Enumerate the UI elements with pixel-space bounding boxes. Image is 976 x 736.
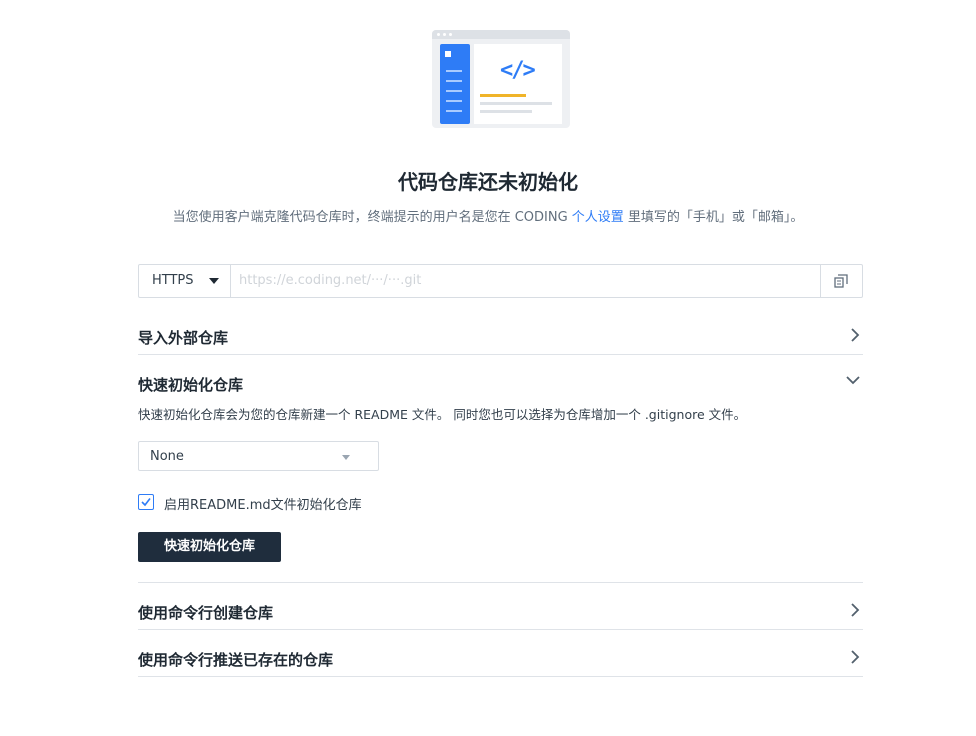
copy-button[interactable] [820, 265, 862, 297]
chevron-right-icon [851, 328, 860, 342]
section-create-cli[interactable]: 使用命令行创建仓库 [138, 588, 863, 634]
gitignore-select[interactable]: None [138, 441, 379, 471]
subtitle-text-end: 里填写的「手机」或「邮箱」。 [623, 210, 804, 225]
divider [138, 582, 863, 583]
illustration-panel: </> [474, 44, 562, 124]
quick-init-button[interactable]: 快速初始化仓库 [138, 532, 281, 562]
section-create-cli-label: 使用命令行创建仓库 [138, 604, 274, 622]
gitignore-select-value: None [150, 449, 184, 464]
illustration-titlebar [432, 30, 570, 39]
clone-url-field[interactable]: https://e.coding.net/···/···.git [239, 273, 819, 288]
empty-repo-illustration: </> [432, 30, 570, 130]
clone-url-bar: HTTPS https://e.coding.net/···/···.git [138, 264, 863, 298]
protocol-select[interactable]: HTTPS [139, 265, 231, 297]
personal-settings-link[interactable]: 个人设置 [572, 210, 624, 225]
chevron-down-icon [846, 376, 860, 385]
quick-init-description: 快速初始化仓库会为您的仓库新建一个 README 文件。 同时您也可以选择为仓库… [138, 407, 747, 422]
readme-checkbox-label[interactable]: 启用README.md文件初始化仓库 [164, 494, 362, 513]
code-icon: </> [500, 58, 536, 83]
divider [138, 676, 863, 677]
protocol-label: HTTPS [152, 273, 194, 288]
subtitle-text: 当您使用客户端克隆代码仓库时，终端提示的用户名是您在 CODING [172, 210, 572, 225]
section-quick-init[interactable]: 快速初始化仓库 [138, 360, 863, 406]
section-push-cli[interactable]: 使用命令行推送已存在的仓库 [138, 635, 863, 681]
section-import-repo[interactable]: 导入外部仓库 [138, 313, 863, 359]
divider [138, 354, 863, 355]
checkmark-icon [141, 498, 151, 507]
section-import-label: 导入外部仓库 [138, 329, 229, 347]
page-title: 代码仓库还未初始化 [398, 170, 578, 194]
chevron-right-icon [851, 603, 860, 617]
page-subtitle: 当您使用客户端克隆代码仓库时，终端提示的用户名是您在 CODING 个人设置 里… [0, 206, 976, 225]
caret-down-icon [342, 455, 350, 460]
section-quick-init-label: 快速初始化仓库 [138, 376, 244, 394]
chevron-right-icon [851, 650, 860, 664]
readme-checkbox[interactable] [138, 494, 154, 510]
caret-down-icon [209, 278, 219, 284]
illustration-sidebar [440, 44, 470, 124]
section-push-cli-label: 使用命令行推送已存在的仓库 [138, 651, 334, 669]
divider [138, 629, 863, 630]
copy-icon [834, 274, 848, 288]
